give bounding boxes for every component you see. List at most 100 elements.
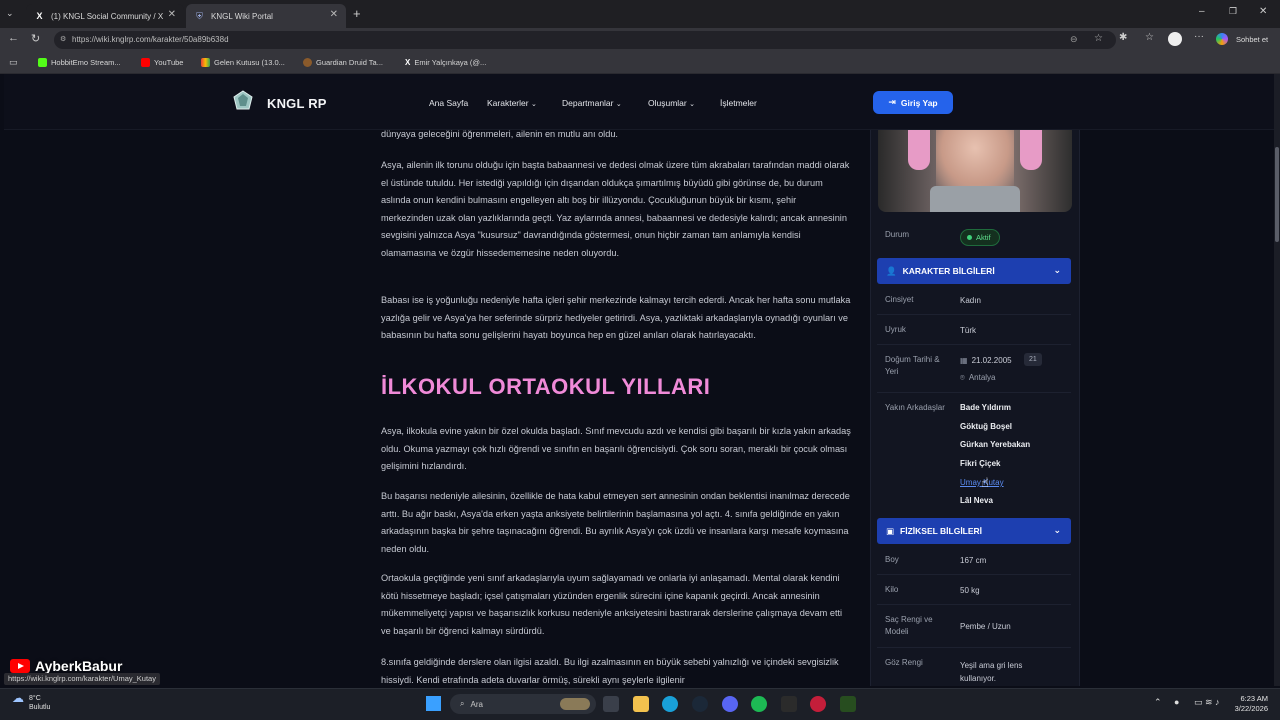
bookmark-guardian-druid[interactable]: Guardian Druid Ta... (303, 58, 383, 67)
site-info-icon[interactable]: ⚙ (60, 35, 66, 43)
friend-link[interactable]: Bade Yıldırım (960, 403, 1011, 412)
new-tab-button[interactable]: + (353, 6, 361, 21)
game-app-icon[interactable] (810, 696, 826, 712)
weather-widget[interactable]: ☁ 8°C Bulutlu (12, 691, 50, 712)
panel-title: FİZİKSEL BİLGİLERİ (900, 526, 983, 536)
character-photo[interactable] (878, 130, 1072, 212)
taskbar-clock[interactable]: 6:23 AM 3/22/2026 (1228, 694, 1268, 714)
url-field[interactable]: ⚙ https://wiki.knglrp.com/karakter/50a89… (54, 31, 1116, 49)
search-highlight-icon (560, 698, 590, 710)
bookmark-gmail[interactable]: Gelen Kutusu (13.0... (201, 58, 285, 67)
nationality-label: Uyruk (885, 325, 906, 334)
search-placeholder: Ara (470, 699, 483, 709)
nav-label: Oluşumlar (648, 98, 687, 108)
tab-list-menu-icon[interactable]: ⌄ (6, 8, 14, 19)
nav-karakterler[interactable]: Karakterler ⌄ (487, 98, 537, 108)
age-badge: 21 (1024, 353, 1042, 366)
site-navbar (4, 74, 1274, 130)
edge-icon[interactable] (662, 696, 678, 712)
file-explorer-icon[interactable] (633, 696, 649, 712)
physical-info-header[interactable]: ▣ FİZİKSEL BİLGİLERİ ⌄ (877, 518, 1071, 544)
friend-link[interactable]: Göktuğ Boşel (960, 422, 1012, 431)
bookmark-label: YouTube (154, 58, 184, 67)
friend-link[interactable]: Lâl Neva (960, 496, 993, 505)
article-paragraph: 8.sınıfa geldiğinde derslere olan ilgisi… (381, 657, 839, 685)
article-paragraph: dünyaya geleceğini öğrenmeleri, ailenin … (381, 129, 618, 139)
wowhead-icon (303, 58, 312, 67)
kngl-logo-icon[interactable] (232, 90, 254, 112)
close-tab-icon[interactable]: ✕ (330, 9, 338, 20)
more-menu-icon[interactable]: ··· (1194, 31, 1204, 42)
reader-icon[interactable]: ⊖ (1070, 34, 1078, 45)
friend-link[interactable]: Fikri Çiçek (960, 459, 1000, 468)
mic-icon[interactable]: ● (1174, 697, 1179, 707)
gender-value: Kadın (960, 296, 981, 305)
url-text: https://wiki.knglrp.com/karakter/50a89b6… (72, 35, 229, 44)
bookmark-emir[interactable]: X Emir Yalçınkaya (@... (405, 58, 486, 67)
birth-label: Doğum Tarihi & Yeri (885, 355, 940, 376)
minimize-icon[interactable]: – (1199, 6, 1205, 17)
task-view-icon[interactable] (603, 696, 619, 712)
restore-icon[interactable]: ❐ (1229, 6, 1237, 17)
close-tab-icon[interactable]: ✕ (168, 9, 176, 20)
friend-link[interactable]: Gürkan Yerebakan (960, 440, 1030, 449)
bookmarks-bar: ▭ HobbitEmo Stream... YouTube Gelen Kutu… (0, 52, 1280, 74)
kick-icon (38, 58, 47, 67)
nav-ana-sayfa[interactable]: Ana Sayfa (429, 98, 468, 108)
spotify-icon[interactable] (751, 696, 767, 712)
bookmark-label: Gelen Kutusu (13.0... (214, 58, 285, 67)
nav-olusumlar[interactable]: Oluşumlar ⌄ (648, 98, 695, 108)
bookmark-hobbitemo[interactable]: HobbitEmo Stream... (38, 58, 121, 67)
avatar[interactable] (1168, 32, 1182, 46)
section-heading: İLKOKUL ORTAOKUL YILLARI (381, 374, 711, 399)
volume-icon[interactable]: ♪ (1215, 697, 1220, 707)
nav-isletmeler[interactable]: İşletmeler (720, 98, 757, 108)
hair-label: Saç Rengi ve Modeli (885, 615, 933, 636)
streamer-watermark: AyberkBabur (10, 658, 122, 674)
nav-label: Departmanlar (562, 98, 614, 108)
sidebar-toggle-icon[interactable]: ▭ (9, 57, 18, 68)
character-info-header[interactable]: 👤 KARAKTER BİLGİLERİ ⌄ (877, 258, 1071, 284)
height-label: Boy (885, 555, 899, 564)
weather-temp: 8°C (29, 695, 41, 702)
windows-start-icon[interactable] (426, 696, 441, 711)
site-brand[interactable]: KNGL RP (267, 96, 327, 111)
favorite-star-icon[interactable]: ☆ (1094, 33, 1103, 44)
monitor-icon[interactable]: ▭ (1194, 697, 1203, 708)
x-logo-icon: X (36, 11, 43, 21)
extensions-icon[interactable]: ✱ (1119, 32, 1127, 43)
tab-label: (1) KNGL Social Community / X (51, 11, 164, 21)
login-icon: ⇥ (888, 97, 896, 107)
tray-chevron-icon[interactable]: ⌃ (1154, 697, 1162, 708)
login-button[interactable]: ⇥ Giriş Yap (873, 91, 953, 114)
terminal-icon[interactable] (781, 696, 797, 712)
close-window-icon[interactable]: ✕ (1259, 6, 1267, 17)
tab-x-community[interactable]: X (1) KNGL Social Community / X ✕ (26, 4, 184, 28)
user-icon: 👤 (886, 265, 897, 276)
wifi-icon[interactable]: ≋ (1205, 697, 1213, 708)
article-paragraph: Asya, ilkokula evine yakın bir özel okul… (381, 426, 851, 471)
taskbar-search[interactable]: ⌕ Ara (450, 694, 596, 714)
favorites-icon[interactable]: ☆ (1145, 32, 1154, 43)
scrollbar-thumb[interactable] (1275, 147, 1279, 242)
chat-button-label[interactable]: Sohbet et (1236, 35, 1268, 44)
image-icon: ▣ (886, 525, 895, 536)
article-paragraph: Bu başarısı nedeniyle ailesinin, özellik… (381, 491, 850, 554)
reload-icon[interactable]: ↻ (31, 32, 40, 45)
bookmark-label: Guardian Druid Ta... (316, 58, 383, 67)
discord-icon[interactable] (722, 696, 738, 712)
clock-date: 3/22/2026 (1234, 704, 1268, 713)
status-bar-url: https://wiki.knglrp.com/karakter/Umay_Ku… (4, 673, 160, 685)
steam-icon[interactable] (692, 696, 708, 712)
copilot-icon[interactable] (1216, 33, 1228, 45)
chevron-down-icon: ⌄ (615, 101, 622, 108)
status-label: Durum (885, 230, 910, 239)
back-icon[interactable]: ← (8, 32, 19, 44)
tab-kngl-wiki[interactable]: ⛨ KNGL Wiki Portal ✕ (186, 4, 346, 28)
bookmark-youtube[interactable]: YouTube (141, 58, 183, 67)
location-pin-icon: ⌾ (960, 373, 965, 382)
nav-departmanlar[interactable]: Departmanlar ⌄ (562, 98, 622, 108)
divider (877, 604, 1071, 605)
cloud-icon: ☁ (12, 691, 24, 705)
nvidia-icon[interactable] (840, 696, 856, 712)
